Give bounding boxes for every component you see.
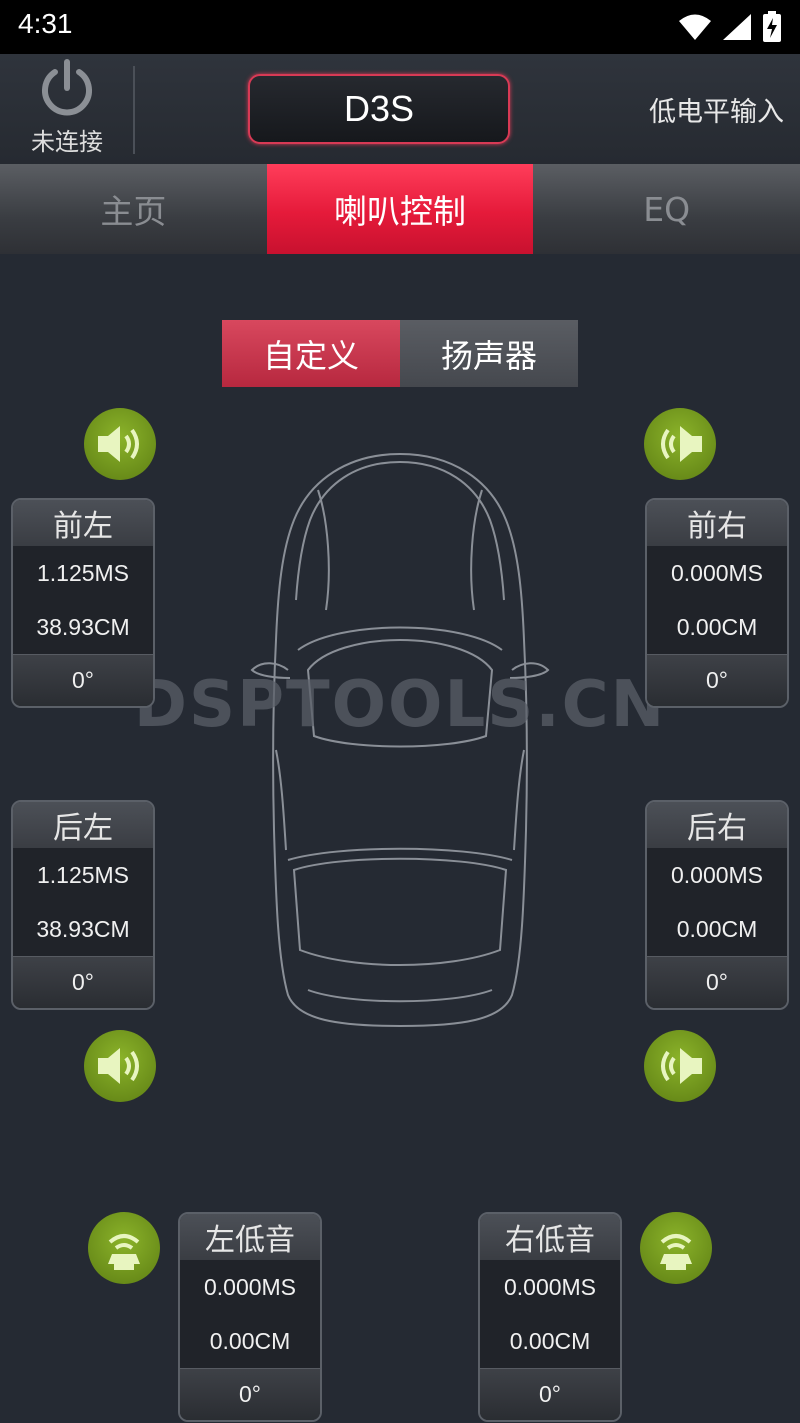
channel-name: 后左: [13, 802, 153, 848]
channel-name: 右低音: [480, 1214, 620, 1260]
channel-phase[interactable]: 0°: [480, 1368, 620, 1420]
power-icon: [42, 59, 92, 116]
segment-speaker[interactable]: 扬声器: [400, 320, 578, 387]
header-divider: [133, 66, 135, 154]
channel-distance[interactable]: 38.93CM: [13, 902, 153, 956]
channel-name: 后右: [647, 802, 787, 848]
rear-left-speaker-icon[interactable]: [84, 1030, 156, 1102]
channel-distance[interactable]: 38.93CM: [13, 600, 153, 654]
device-select-button[interactable]: D3S: [248, 74, 510, 144]
channel-phase[interactable]: 0°: [13, 956, 153, 1008]
channel-delay[interactable]: 1.125MS: [13, 848, 153, 902]
input-mode-button[interactable]: 低电平输入: [649, 90, 784, 129]
channel-card-front-left[interactable]: 前左 1.125MS 38.93CM 0°: [11, 498, 155, 708]
channel-distance[interactable]: 0.00CM: [480, 1314, 620, 1368]
tab-eq[interactable]: EQ: [533, 164, 800, 254]
tab-home[interactable]: 主页: [0, 164, 267, 254]
channel-card-rear-left[interactable]: 后左 1.125MS 38.93CM 0°: [11, 800, 155, 1010]
channel-card-front-right[interactable]: 前右 0.000MS 0.00CM 0°: [645, 498, 789, 708]
channel-delay[interactable]: 0.000MS: [647, 546, 787, 600]
channel-phase[interactable]: 0°: [647, 654, 787, 706]
channel-delay[interactable]: 0.000MS: [647, 848, 787, 902]
front-right-speaker-icon[interactable]: [644, 408, 716, 480]
battery-charging-icon: [763, 11, 781, 42]
channel-phase[interactable]: 0°: [647, 956, 787, 1008]
channel-name: 前左: [13, 500, 153, 546]
channel-phase[interactable]: 0°: [180, 1368, 320, 1420]
channel-card-sub-left[interactable]: 左低音 0.000MS 0.00CM 0°: [178, 1212, 322, 1422]
sub-left-speaker-icon[interactable]: [88, 1212, 160, 1284]
status-icons: [678, 10, 782, 44]
tab-speaker-control[interactable]: 喇叭控制: [266, 164, 534, 254]
channel-distance[interactable]: 0.00CM: [647, 902, 787, 956]
channel-distance[interactable]: 0.00CM: [180, 1314, 320, 1368]
sub-right-speaker-icon[interactable]: [640, 1212, 712, 1284]
connection-status: 未连接: [31, 128, 103, 156]
front-left-speaker-icon[interactable]: [84, 408, 156, 480]
channel-card-sub-right[interactable]: 右低音 0.000MS 0.00CM 0°: [478, 1212, 622, 1422]
segment-custom[interactable]: 自定义: [222, 320, 400, 387]
channel-name: 左低音: [180, 1214, 320, 1260]
status-time: 4:31: [18, 8, 73, 39]
channel-delay[interactable]: 0.000MS: [180, 1260, 320, 1314]
channel-phase[interactable]: 0°: [13, 654, 153, 706]
rear-right-speaker-icon[interactable]: [644, 1030, 716, 1102]
status-bar: 4:31: [0, 0, 800, 54]
channel-delay[interactable]: 0.000MS: [480, 1260, 620, 1314]
signal-icon: [723, 14, 751, 40]
wifi-icon: [679, 14, 711, 40]
connection-toggle[interactable]: 未连接: [0, 54, 134, 164]
channel-delay[interactable]: 1.125MS: [13, 546, 153, 600]
channel-name: 前右: [647, 500, 787, 546]
main-tabs: 主页 喇叭控制 EQ: [0, 164, 800, 254]
app-header: 未连接 D3S 低电平输入: [0, 54, 800, 164]
channel-distance[interactable]: 0.00CM: [647, 600, 787, 654]
mode-segment: 自定义 扬声器: [222, 320, 578, 387]
channel-card-rear-right[interactable]: 后右 0.000MS 0.00CM 0°: [645, 800, 789, 1010]
